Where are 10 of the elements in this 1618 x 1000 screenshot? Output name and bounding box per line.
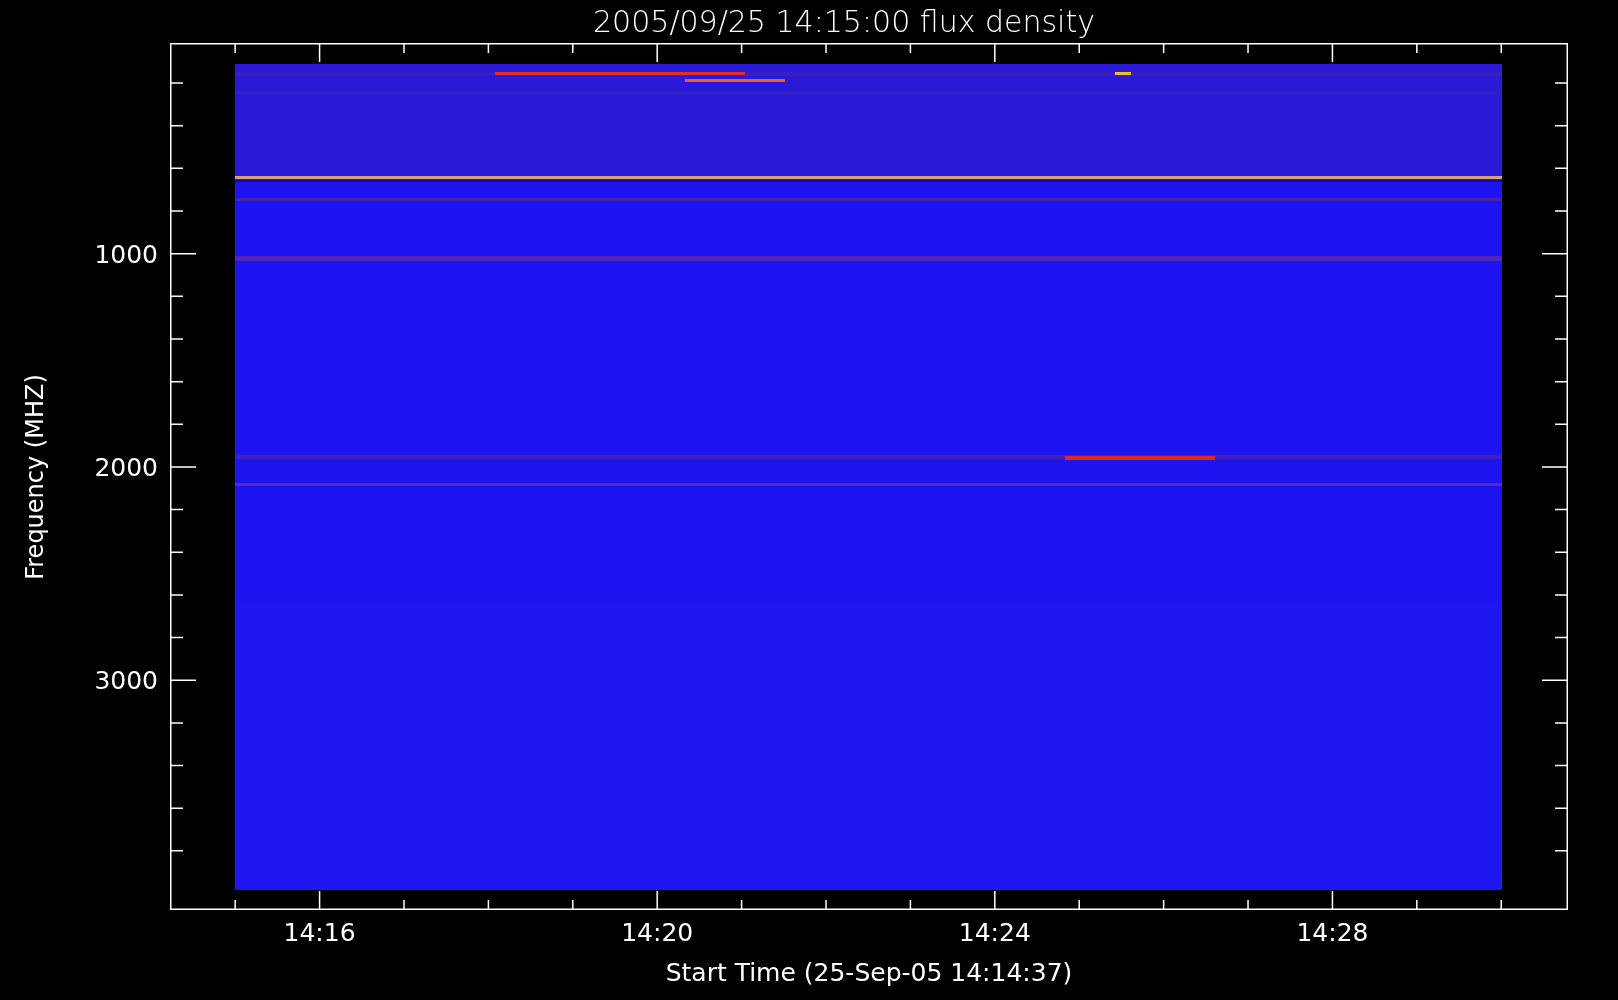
x-tick-label: 14:24 <box>958 918 1031 947</box>
y-axis-label: Frequency (MHZ) <box>21 373 49 580</box>
y-tick-label: 3000 <box>94 665 158 695</box>
y-tick-label: 1000 <box>94 239 158 269</box>
x-tick-label: 14:28 <box>1296 918 1369 947</box>
chart-title: 2005/09/25 14:15:00 flux density <box>592 3 1096 41</box>
x-axis-label: Start Time (25-Sep-05 14:14:37) <box>665 958 1073 989</box>
y-tick-label: 2000 <box>94 452 158 482</box>
x-tick-label: 14:16 <box>283 918 356 947</box>
x-tick-label: 14:20 <box>621 918 694 947</box>
